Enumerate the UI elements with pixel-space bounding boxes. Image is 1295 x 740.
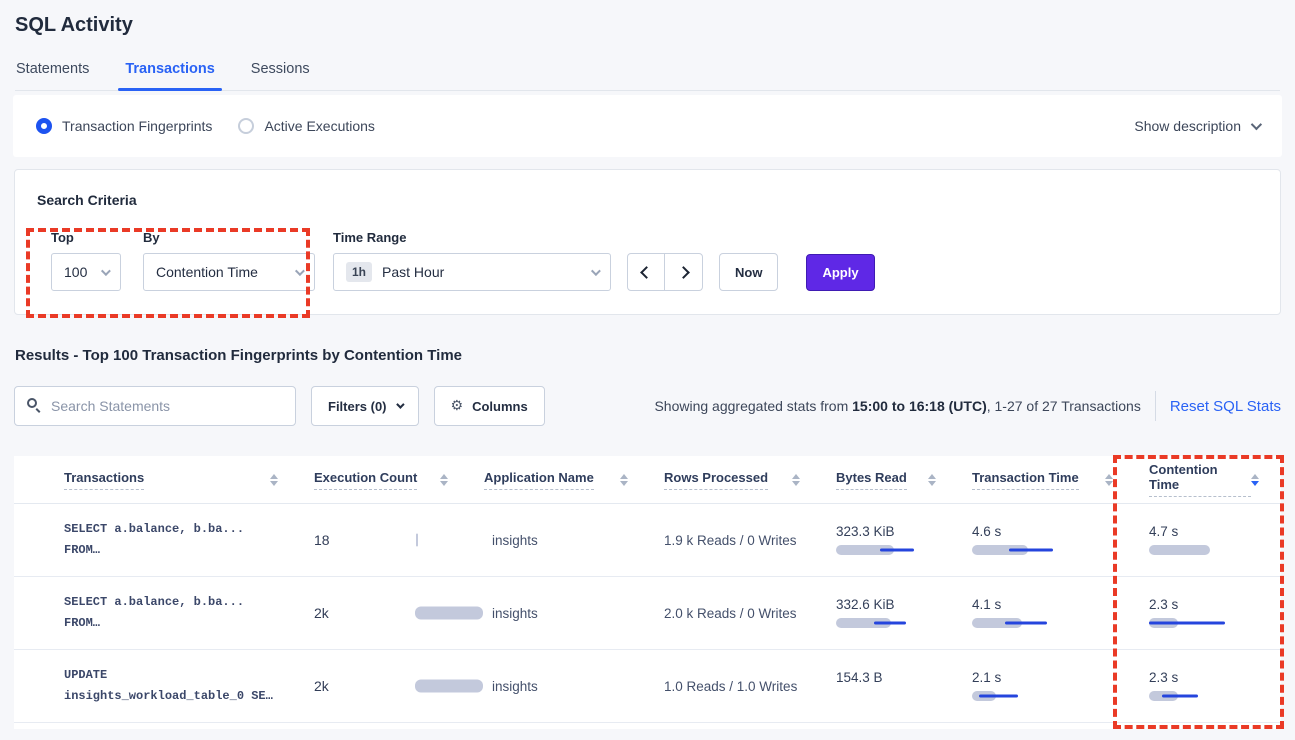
search-input[interactable] (14, 386, 296, 426)
view-toggle-strip: Transaction Fingerprints Active Executio… (13, 95, 1282, 157)
stats-period: 15:00 to 16:18 (UTC) (852, 398, 987, 414)
application-name-cell: insights (470, 533, 650, 548)
tab-statements[interactable]: Statements (16, 61, 89, 90)
table-row: SELECT a.balance, b.ba... FROM… 2k insig… (14, 577, 1281, 650)
apply-button[interactable]: Apply (806, 254, 874, 291)
results-toolbar: Filters (0) ⚙ Columns Showing aggregated… (14, 386, 1281, 426)
reset-sql-stats-link[interactable]: Reset SQL Stats (1170, 398, 1281, 415)
search-criteria-card: Search Criteria Top 100 By Contention Ti… (14, 169, 1281, 315)
contention-time-bar (1149, 690, 1271, 702)
show-description-toggle[interactable]: Show description (1134, 118, 1259, 134)
contention-time-cell: 4.7 s (1135, 524, 1281, 556)
time-range-select[interactable]: 1h Past Hour (333, 253, 611, 291)
by-select[interactable]: Contention Time (143, 253, 315, 291)
rows-processed-cell: 1.9 k Reads / 0 Writes (650, 533, 822, 548)
chevron-down-icon (1251, 119, 1262, 130)
transaction-time-cell: 4.6 s (958, 524, 1135, 556)
radio-selected-icon (36, 118, 52, 134)
sort-icon[interactable] (270, 474, 278, 486)
show-description-label: Show description (1134, 118, 1241, 134)
sort-icon[interactable] (1105, 474, 1113, 486)
contention-time-cell: 2.3 s (1135, 597, 1281, 629)
sort-icon[interactable] (440, 474, 448, 486)
radio-label: Active Executions (264, 118, 375, 134)
search-icon (27, 398, 37, 408)
top-select[interactable]: 100 (51, 253, 121, 291)
sort-icon[interactable] (620, 474, 628, 486)
sort-icon[interactable] (792, 474, 800, 486)
column-header-bytes-read[interactable]: Bytes Read (822, 470, 958, 490)
transaction-time-bar (972, 690, 1125, 702)
time-range-label: Time Range (333, 230, 611, 245)
by-select-value: Contention Time (156, 264, 258, 280)
previous-time-button[interactable] (627, 253, 665, 291)
contention-time-bar (1149, 544, 1271, 556)
chevron-right-icon (677, 266, 690, 279)
top-select-value: 100 (64, 264, 87, 280)
transaction-time-bar (972, 544, 1125, 556)
table-header-row: Transactions Execution Count Application… (14, 456, 1281, 504)
chevron-down-icon (101, 266, 111, 276)
columns-button[interactable]: ⚙ Columns (434, 386, 545, 426)
columns-label: Columns (472, 399, 528, 414)
aggregated-stats-text: Showing aggregated stats from 15:00 to 1… (654, 398, 1140, 414)
column-header-rows-processed[interactable]: Rows Processed (650, 470, 822, 490)
results-heading: Results - Top 100 Transaction Fingerprin… (15, 347, 1280, 364)
rows-processed-cell: 1.0 Reads / 1.0 Writes (650, 679, 822, 694)
gear-icon: ⚙ (451, 398, 464, 414)
radio-active-executions[interactable]: Active Executions (238, 118, 375, 134)
next-time-button[interactable] (665, 253, 703, 291)
transactions-table: Transactions Execution Count Application… (14, 456, 1281, 729)
transaction-time-cell: 2.1 s (958, 670, 1135, 702)
radio-unselected-icon (238, 118, 254, 134)
chevron-left-icon (640, 266, 653, 279)
execution-count-cell: 18 (300, 532, 470, 548)
bytes-read-bar (836, 617, 948, 629)
transaction-statement-link[interactable]: UPDATE insights_workload_table_0 SE… (50, 665, 300, 707)
rows-processed-cell: 2.0 k Reads / 0 Writes (650, 606, 822, 621)
sort-icon-descending[interactable] (1251, 474, 1259, 486)
application-name-cell: insights (470, 679, 650, 694)
transaction-statement-link[interactable]: SELECT a.balance, b.ba... FROM… (50, 519, 300, 561)
now-button[interactable]: Now (719, 253, 778, 291)
filters-label: Filters (0) (328, 399, 387, 414)
bytes-read-cell: 323.3 KiB (822, 524, 958, 556)
transaction-time-bar (972, 617, 1125, 629)
execution-count-cell: 2k (300, 605, 470, 621)
application-name-cell: insights (470, 606, 650, 621)
top-label: Top (51, 230, 121, 245)
column-header-transactions[interactable]: Transactions (50, 470, 300, 490)
page-header: SQL Activity Statements Transactions Ses… (0, 0, 1295, 91)
by-label: By (143, 230, 315, 245)
bytes-read-bar (836, 544, 948, 556)
sort-icon[interactable] (928, 474, 936, 486)
chevron-down-icon (396, 400, 404, 408)
tab-sessions[interactable]: Sessions (251, 61, 310, 90)
time-range-badge: 1h (346, 262, 372, 282)
contention-time-cell: 2.3 s (1135, 670, 1281, 702)
execution-count-cell: 2k (300, 678, 470, 694)
chevron-down-icon (591, 266, 601, 276)
chevron-down-icon (295, 266, 305, 276)
bytes-read-cell: 332.6 KiB (822, 597, 958, 629)
table-row: UPDATE insights_workload_table_0 SE… 2k … (14, 650, 1281, 723)
tab-bar: Statements Transactions Sessions (15, 61, 1280, 91)
page-title: SQL Activity (15, 14, 1280, 37)
radio-transaction-fingerprints[interactable]: Transaction Fingerprints (36, 118, 212, 134)
divider (1155, 391, 1156, 421)
transaction-statement-link[interactable]: SELECT a.balance, b.ba... FROM… (50, 592, 300, 634)
radio-label: Transaction Fingerprints (62, 118, 212, 134)
column-header-transaction-time[interactable]: Transaction Time (958, 470, 1135, 490)
column-header-application-name[interactable]: Application Name (470, 470, 650, 490)
bytes-read-cell: 154.3 B (822, 670, 958, 702)
tab-transactions[interactable]: Transactions (125, 61, 214, 90)
filters-button[interactable]: Filters (0) (311, 386, 419, 426)
transaction-time-cell: 4.1 s (958, 597, 1135, 629)
table-row: SELECT a.balance, b.ba... FROM… 18 insig… (14, 504, 1281, 577)
column-header-contention-time[interactable]: Contention Time (1135, 462, 1281, 497)
search-criteria-heading: Search Criteria (37, 192, 1258, 208)
contention-time-bar (1149, 617, 1271, 629)
column-header-execution-count[interactable]: Execution Count (300, 470, 470, 490)
time-range-value: Past Hour (382, 264, 444, 280)
